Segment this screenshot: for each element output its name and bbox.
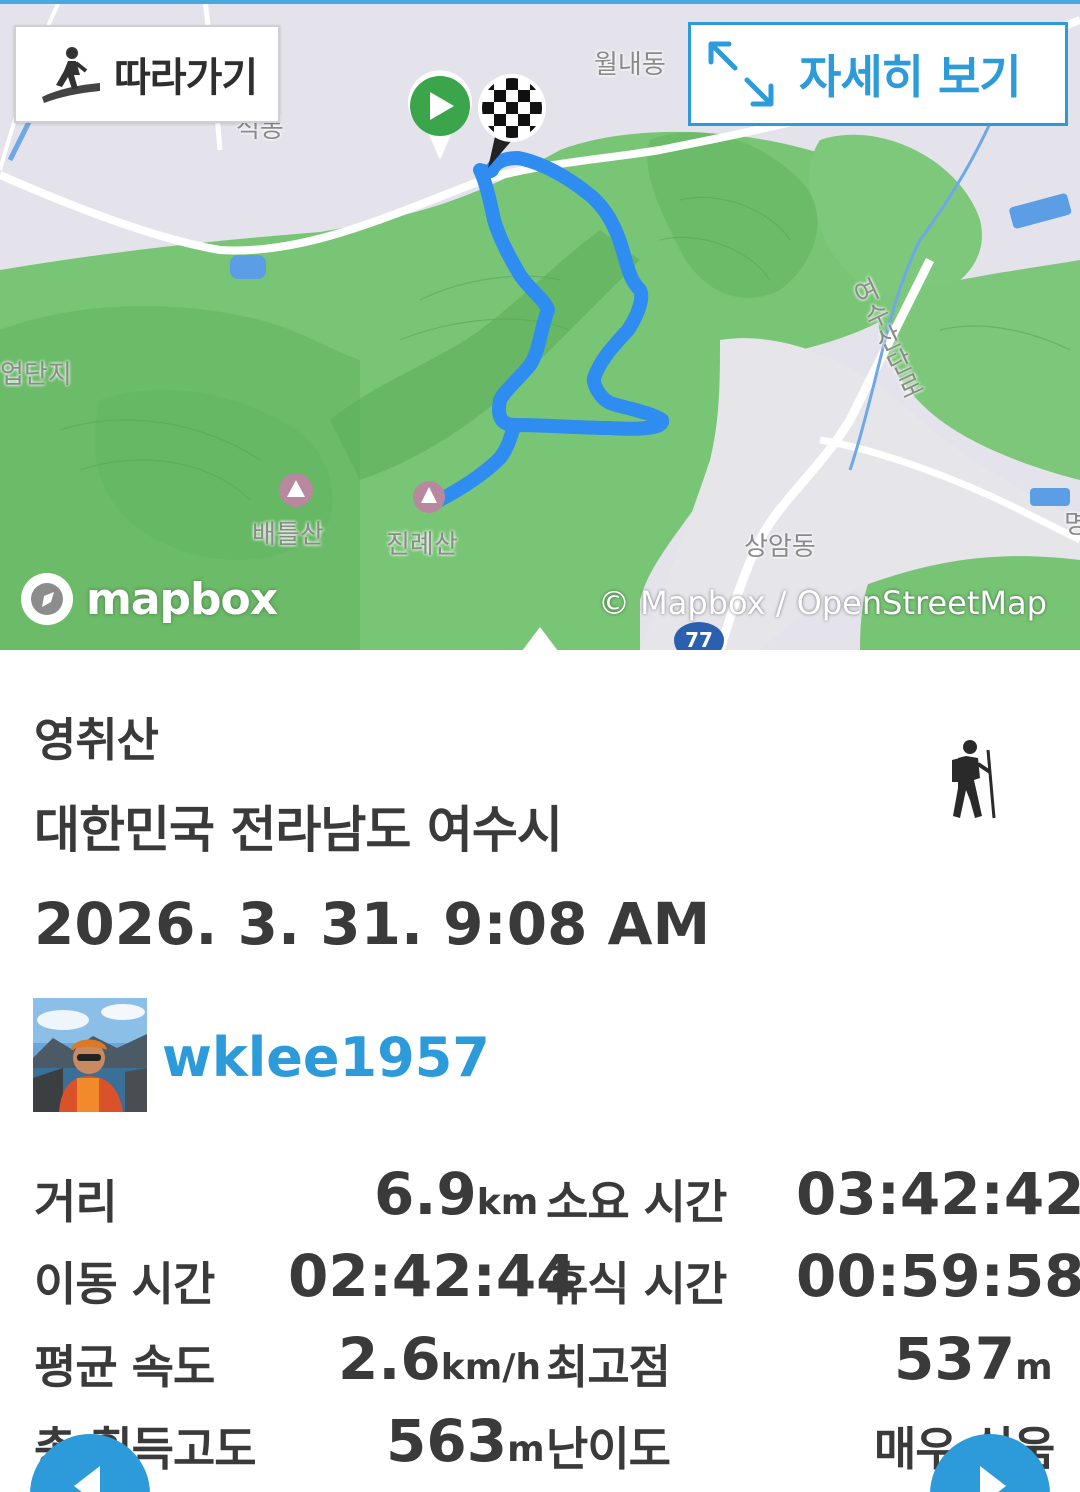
mapbox-icon: [21, 573, 73, 625]
follow-button[interactable]: 따라가기: [14, 25, 280, 123]
avg-speed-unit: km/h: [440, 1347, 541, 1388]
max-altitude-value: 537m: [894, 1325, 1053, 1393]
top-accent-line: [0, 0, 1080, 4]
avatar-photo: [33, 998, 147, 1112]
next-button[interactable]: [930, 1434, 1050, 1492]
rest-time-value: 00:59:58: [796, 1242, 1080, 1310]
avg-speed-value: 2.6km/h: [338, 1325, 541, 1393]
map-label-baedeul-san: 배틀산: [252, 520, 324, 550]
peak-marker-icon: [413, 481, 445, 513]
map-view[interactable]: 월내동 석동 업단지 배틀산 진례산 상암동 여수산단로 명 따라가기 자세히 …: [0, 0, 1080, 650]
mapbox-wordmark: mapbox: [86, 573, 278, 625]
avg-speed-number: 2.6: [338, 1325, 441, 1393]
username-link[interactable]: wklee1957: [162, 1026, 490, 1089]
hiker-path-icon: [42, 47, 100, 103]
detail-view-button[interactable]: 자세히 보기: [688, 22, 1068, 126]
chevron-right-icon: [980, 1466, 1006, 1492]
avg-speed-label: 평균 속도: [34, 1340, 215, 1394]
max-altitude-label: 최고점: [546, 1340, 671, 1394]
duration-label: 소요 시간: [546, 1175, 727, 1229]
map-label-industrial: 업단지: [0, 360, 72, 390]
user-avatar[interactable]: [33, 998, 147, 1112]
moving-time-label: 이동 시간: [34, 1257, 215, 1311]
detail-view-label: 자세히 보기: [799, 50, 1022, 104]
map-label-edge: 명: [1064, 510, 1080, 540]
start-marker-icon[interactable]: [404, 70, 476, 165]
track-datetime: 2026. 3. 31. 9:08 AM: [34, 890, 711, 958]
expand-arrows-icon: [708, 41, 774, 107]
map-label-jinrye-san: 진례산: [386, 530, 458, 560]
peak-marker-icon: [279, 473, 313, 507]
track-name: 영취산: [34, 713, 159, 767]
difficulty-label: 난이도: [546, 1422, 671, 1476]
distance-label: 거리: [34, 1175, 118, 1229]
map-label-wollae-dong: 월내동: [594, 50, 666, 80]
panel-pointer: [522, 627, 558, 651]
elevation-gain-unit: m: [507, 1429, 545, 1470]
finish-marker-icon[interactable]: [474, 72, 550, 172]
distance-number: 6.9: [374, 1160, 477, 1228]
track-location: 대한민국 전라남도 여수시: [34, 801, 563, 859]
elevation-gain-number: 563: [386, 1407, 508, 1475]
moving-time-value: 02:42:44: [288, 1242, 577, 1310]
distance-unit: km: [476, 1182, 539, 1223]
elevation-gain-value: 563m: [386, 1407, 545, 1475]
duration-value: 03:42:42: [796, 1160, 1080, 1228]
route-number-badge: 77: [674, 622, 724, 650]
max-altitude-number: 537: [894, 1325, 1016, 1393]
map-attribution[interactable]: © Mapbox / OpenStreetMap: [598, 584, 1047, 622]
map-label-sangam-dong: 상암동: [744, 532, 816, 562]
hiker-icon: [952, 740, 996, 819]
mapbox-logo[interactable]: mapbox: [18, 566, 278, 632]
previous-button[interactable]: [30, 1434, 150, 1492]
rest-time-label: 휴식 시간: [546, 1257, 727, 1311]
distance-value: 6.9km: [374, 1160, 538, 1228]
chevron-left-icon: [74, 1466, 100, 1492]
max-altitude-unit: m: [1015, 1347, 1053, 1388]
follow-button-label: 따라가기: [114, 55, 258, 101]
